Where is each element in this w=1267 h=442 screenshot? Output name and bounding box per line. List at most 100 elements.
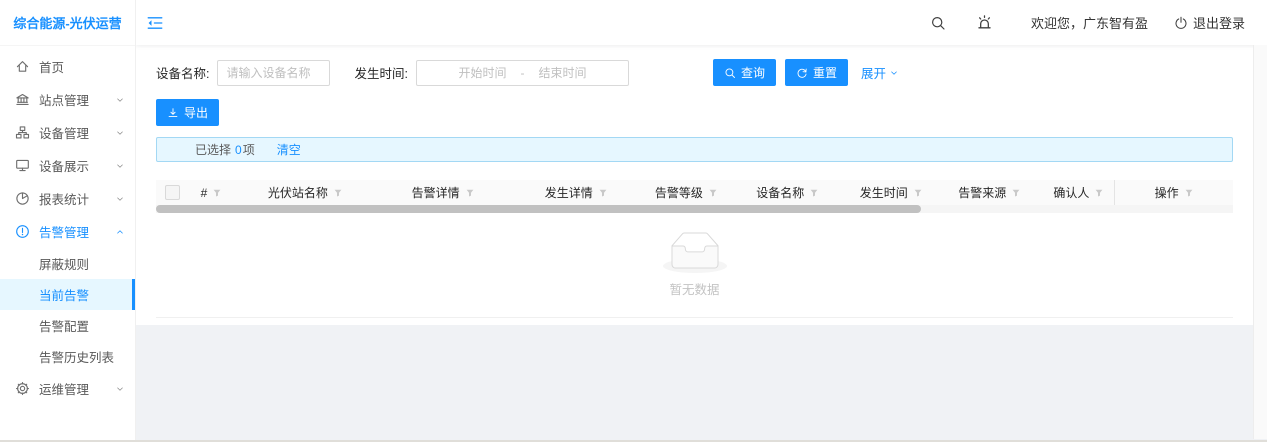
logout-button[interactable]: 退出登录 — [1174, 13, 1245, 32]
sidebar-item-label: 运维管理 — [39, 379, 89, 398]
sidebar-item-site-mgmt[interactable]: 站点管理 — [0, 83, 135, 116]
top-header: 欢迎您，广东智有盈 退出登录 — [136, 0, 1267, 45]
filter-funnel-icon — [708, 188, 718, 198]
logout-label: 退出登录 — [1193, 13, 1245, 32]
sidebar: 综合能源-光伏运营 首页站点管理设备管理设备展示报表统计告警管理屏蔽规则当前告警… — [0, 0, 136, 442]
alert-icon — [15, 224, 30, 239]
column-label: 告警来源 — [958, 184, 1006, 201]
column-header-alarm-detail[interactable]: 告警详情 — [377, 180, 509, 205]
horizontal-scrollbar[interactable] — [156, 205, 1233, 213]
sidebar-subitem-alarm-history[interactable]: 告警历史列表 — [0, 341, 135, 372]
export-button-label: 导出 — [184, 104, 208, 121]
chevron-down-icon — [115, 194, 125, 204]
app-window: 综合能源-光伏运营 首页站点管理设备管理设备展示报表统计告警管理屏蔽规则当前告警… — [0, 0, 1267, 442]
column-header-confirmer[interactable]: 确认人 — [1043, 180, 1114, 205]
column-label: 操作 — [1155, 184, 1179, 201]
toolbar: 导出 — [156, 99, 1233, 126]
column-label: 告警详情 — [412, 184, 460, 201]
expand-link[interactable]: 展开 — [861, 63, 899, 82]
column-header-actions[interactable]: 操作 — [1114, 180, 1233, 205]
menu-fold-icon[interactable] — [146, 14, 164, 32]
chevron-down-icon — [115, 95, 125, 105]
column-label: 告警等级 — [655, 184, 703, 201]
device-name-input[interactable] — [217, 60, 330, 86]
sidebar-item-alarm-mgmt[interactable]: 告警管理 — [0, 215, 135, 248]
occur-time-label: 发生时间: — [354, 63, 407, 82]
selected-count: 0 — [235, 143, 242, 157]
sidebar-subitem-label: 屏蔽规则 — [39, 254, 89, 273]
sidebar-subitem-label: 当前告警 — [39, 285, 89, 304]
select-all-checkbox[interactable] — [165, 185, 180, 200]
search-icon[interactable] — [930, 15, 946, 31]
device-name-label: 设备名称: — [156, 63, 209, 82]
sidebar-item-device-mgmt[interactable]: 设备管理 — [0, 116, 135, 149]
column-header-device-name[interactable]: 设备名称 — [729, 180, 846, 205]
end-time-placeholder: 结束时间 — [538, 64, 586, 81]
column-header-select[interactable] — [156, 180, 190, 205]
selected-prefix: 已选择 — [195, 141, 231, 158]
filter-funnel-icon — [1184, 188, 1194, 198]
search-button[interactable]: 查询 — [713, 59, 776, 86]
content-card: 设备名称: 发生时间: 开始时间 - 结束时间 查询 重置 — [136, 45, 1267, 325]
range-separator: - — [520, 66, 524, 80]
sidebar-item-label: 站点管理 — [39, 90, 89, 109]
expand-link-label: 展开 — [861, 63, 886, 82]
filter-funnel-icon — [212, 188, 222, 198]
selection-bar: 已选择 0 项 清空 — [156, 137, 1233, 162]
cluster-icon — [15, 125, 30, 140]
time-range-picker[interactable]: 开始时间 - 结束时间 — [416, 60, 629, 86]
filter-funnel-icon — [465, 188, 475, 198]
filter-funnel-icon — [809, 188, 819, 198]
vertical-scrollbar[interactable] — [1253, 45, 1267, 439]
column-header-station-name[interactable]: 光伏站名称 — [234, 180, 378, 205]
column-label: 发生详情 — [545, 184, 593, 201]
sidebar-subitem-mask-rules[interactable]: 屏蔽规则 — [0, 248, 135, 279]
filter-funnel-icon — [598, 188, 608, 198]
alarm-icon[interactable] — [976, 14, 993, 31]
sidebar-item-report-stats[interactable]: 报表统计 — [0, 182, 135, 215]
column-label: 确认人 — [1053, 184, 1089, 201]
sidebar-item-label: 告警管理 — [39, 222, 89, 241]
column-label: 光伏站名称 — [268, 184, 328, 201]
empty-box-icon — [663, 232, 727, 273]
logout-icon — [1174, 16, 1188, 30]
sidebar-item-home[interactable]: 首页 — [0, 50, 135, 83]
clear-selection-link[interactable]: 清空 — [277, 141, 301, 158]
column-header-occur-time[interactable]: 发生时间 — [846, 180, 936, 205]
horizontal-scrollbar-thumb[interactable] — [156, 205, 921, 213]
table-header-row: # 光伏站名称 告警详情 发生详情 告警等级 设备名称 发生时间 告警来源 确认人 操作 — [156, 180, 1233, 205]
home-icon — [15, 59, 30, 74]
reset-button[interactable]: 重置 — [785, 59, 848, 86]
sidebar-subitem-label: 告警配置 — [39, 316, 89, 335]
column-header-alarm-level[interactable]: 告警等级 — [643, 180, 729, 205]
app-logo: 综合能源-光伏运营 — [0, 0, 135, 46]
monitor-icon — [15, 158, 30, 173]
column-header-occur-detail[interactable]: 发生详情 — [509, 180, 643, 205]
column-header-alarm-source[interactable]: 告警来源 — [936, 180, 1043, 205]
export-button[interactable]: 导出 — [156, 99, 219, 126]
filter-funnel-icon — [333, 188, 343, 198]
bank-icon — [15, 92, 30, 107]
selected-suffix: 项 — [243, 141, 255, 158]
empty-state-text: 暂无数据 — [669, 279, 719, 298]
sidebar-subitem-alarm-config[interactable]: 告警配置 — [0, 310, 135, 341]
chevron-down-icon — [115, 128, 125, 138]
chevron-up-icon — [115, 227, 125, 237]
sidebar-item-device-display[interactable]: 设备展示 — [0, 149, 135, 182]
table-body-empty: 暂无数据 — [156, 213, 1233, 318]
column-header-index[interactable]: # — [190, 180, 234, 205]
sidebar-item-label: 报表统计 — [39, 189, 89, 208]
welcome-text: 欢迎您，广东智有盈 — [1031, 13, 1148, 32]
filter-bar: 设备名称: 发生时间: 开始时间 - 结束时间 查询 重置 — [156, 45, 1233, 86]
sidebar-item-label: 设备展示 — [39, 156, 89, 175]
chevron-down-icon — [115, 161, 125, 171]
sidebar-item-ops-mgmt[interactable]: 运维管理 — [0, 372, 135, 405]
sidebar-item-label: 首页 — [39, 57, 64, 76]
filter-buttons: 查询 重置 展开 — [713, 59, 899, 86]
filter-funnel-icon — [913, 188, 923, 198]
sidebar-subitem-current-alarms[interactable]: 当前告警 — [0, 279, 135, 310]
pie-icon — [15, 191, 30, 206]
column-label: 发生时间 — [860, 184, 908, 201]
column-label: 设备名称 — [756, 184, 804, 201]
reset-button-label: 重置 — [813, 64, 837, 81]
